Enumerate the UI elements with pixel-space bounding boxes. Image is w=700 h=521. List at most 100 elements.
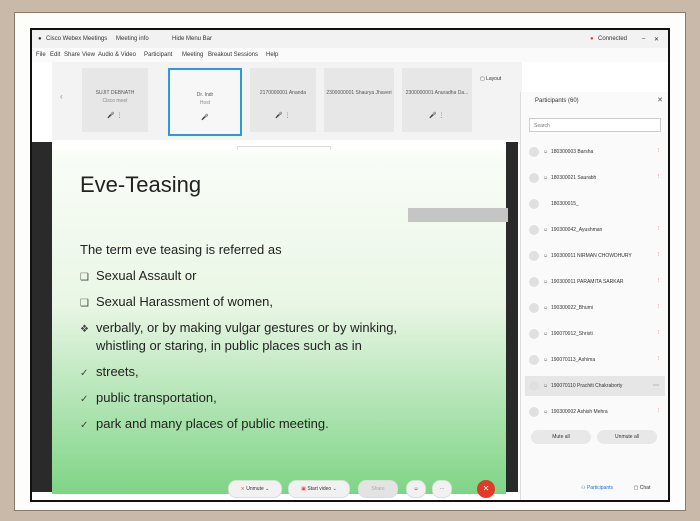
video-thumbnail[interactable]: SUJIT DEBNATH Cisco meet 🎤 ⋮ (82, 68, 148, 132)
video-off-icon: ▣ (301, 486, 306, 492)
slide-intro: The term eve teasing is referred as (80, 242, 282, 257)
participant-search-input[interactable]: Search (529, 118, 661, 132)
mic-muted-icon[interactable]: ⫶ (657, 408, 659, 415)
participant-row[interactable]: ☺ 190070012_Shristi ⫶ (525, 324, 665, 344)
menu-file[interactable]: File (36, 52, 46, 58)
mic-muted-icon[interactable]: ⫶ (657, 252, 659, 259)
previous-arrow-icon[interactable]: ‹ (60, 92, 63, 101)
participant-row[interactable]: ☺ 190300011 PARAMITA SARKAR ⫶ (525, 272, 665, 292)
share-button[interactable]: Share (358, 480, 398, 498)
close-icon[interactable]: ✕ (654, 36, 659, 43)
participants-panel: Participants (60) ✕ Search ☺ 180300003 Ba… (520, 92, 668, 500)
slide-bullet: ❑ Sexual Assault or (80, 268, 197, 283)
participant-row[interactable]: 180300015_ (525, 194, 665, 214)
user-icon: ☺ (543, 227, 549, 233)
user-icon: ☺ (543, 279, 549, 285)
slide-gray-bar (408, 208, 508, 222)
webex-window: ● Cisco Webex Meetings Meeting info Hide… (30, 28, 670, 502)
video-thumbnail[interactable]: 2300000001 Shaurya Jhaveri (324, 68, 394, 132)
menu-breakout[interactable]: Breakout Sessions (208, 52, 258, 58)
avatar (529, 225, 539, 235)
user-icon: ☺ (543, 409, 549, 415)
user-icon: ☺ (543, 357, 549, 363)
mic-muted-icon[interactable]: ⫶ (657, 278, 659, 285)
user-icon: ☺ (543, 175, 549, 181)
slide-bullet: ✓ park and many places of public meeting. (80, 416, 329, 431)
participant-row[interactable]: ☺ 190300022_Bhumi ⫶ (525, 298, 665, 318)
shared-slide: Eve-Teasing The term eve teasing is refe… (52, 150, 508, 494)
slide-bullet-continued: whistling or staring, in public places s… (96, 338, 362, 353)
video-thumbnail-active[interactable]: Dr. Indr Host 🎤 (168, 68, 242, 136)
mic-muted-icon[interactable]: ⫶ (657, 330, 659, 337)
avatar (529, 381, 539, 391)
mute-all-button[interactable]: Mute all (531, 430, 591, 444)
mic-muted-icon[interactable]: ⫶ (657, 304, 659, 311)
user-icon: ☺ (543, 331, 549, 337)
menu-view[interactable]: View (82, 52, 95, 58)
menu-meeting[interactable]: Meeting (182, 52, 203, 58)
mic-off-icon: ⨯ (240, 486, 245, 492)
slide-bullet: ✓ public transportation, (80, 390, 217, 405)
user-icon: ☺ (543, 383, 549, 389)
participants-title: Participants (60) (535, 98, 579, 104)
menu-share[interactable]: Share (64, 52, 80, 58)
mic-muted-icon[interactable]: ⫶ (657, 356, 659, 363)
avatar (529, 303, 539, 313)
user-icon: ☺ (543, 149, 549, 155)
slide-bullet: ❖ verbally, or by making vulgar gestures … (80, 320, 398, 335)
participant-row[interactable]: ☺ 190070113_Ashima ⫶ (525, 350, 665, 370)
menu-participant[interactable]: Participant (144, 52, 172, 58)
menu-edit[interactable]: Edit (50, 52, 60, 58)
mic-muted-icon[interactable]: ⫶ (657, 174, 659, 181)
participant-row[interactable]: ☺ 180300003 Barsha ⫶ (525, 142, 665, 162)
user-icon: ☺ (543, 253, 549, 259)
unmute-all-button[interactable]: Unmute all (597, 430, 657, 444)
app-logo-icon: ● (38, 36, 42, 42)
video-thumbnail[interactable]: 2170000001 Ananda 🎤 ⋮ (250, 68, 316, 132)
mic-muted-icon[interactable]: ⫶ (657, 226, 659, 233)
mic-muted-icon[interactable]: ⫶ (657, 148, 659, 155)
layout-button[interactable]: ▢ Layout (480, 76, 501, 82)
avatar (529, 173, 539, 183)
participant-row-highlighted[interactable]: ☺ 190070110 Prachiti Chakraborty ⋯ (525, 376, 665, 396)
menu-audio-video[interactable]: Audio & Video (98, 52, 136, 58)
avatar (529, 147, 539, 157)
connection-status: Connected (598, 36, 628, 42)
avatar (529, 199, 539, 209)
video-thumbnail-strip: ‹ SUJIT DEBNATH Cisco meet 🎤 ⋮ Dr. Indr … (52, 62, 522, 140)
avatar (529, 251, 539, 261)
avatar (529, 329, 539, 339)
more-options-icon[interactable]: ⋯ (653, 382, 659, 389)
avatar (529, 277, 539, 287)
photo-frame: ● Cisco Webex Meetings Meeting info Hide… (14, 12, 686, 511)
video-thumbnail[interactable]: 2300000001 Anuradha Da... 🎤 ⋮ (402, 68, 472, 132)
avatar (529, 355, 539, 365)
start-video-button[interactable]: ▣ Start video ⌄ (288, 480, 350, 498)
app-title: Cisco Webex Meetings (46, 36, 108, 42)
connection-status-icon: ● (590, 36, 594, 42)
end-call-button[interactable]: ✕ (477, 480, 495, 498)
slide-bullet: ❑ Sexual Harassment of women, (80, 294, 274, 309)
participants-button[interactable]: ⚇ Participants (572, 480, 622, 496)
more-icon[interactable]: ⋯ (432, 480, 452, 498)
hide-menu-button[interactable]: Hide Menu Bar (172, 36, 212, 42)
close-panel-icon[interactable]: ✕ (657, 96, 663, 104)
chat-button[interactable]: ▢ Chat (624, 480, 660, 496)
unmute-button[interactable]: ⨯ Unmute ⌄ (228, 480, 282, 498)
avatar (529, 407, 539, 417)
user-icon: ☺ (543, 305, 549, 311)
menu-help[interactable]: Help (266, 52, 278, 58)
slide-title: Eve-Teasing (80, 172, 202, 197)
shared-content-border (506, 142, 518, 492)
meeting-info-button[interactable]: Meeting info (116, 36, 149, 42)
participant-row[interactable]: ☺ 180300021 Saurabh ⫶ (525, 168, 665, 188)
layout-label: Layout (486, 76, 502, 82)
minimize-icon[interactable]: – (642, 36, 645, 42)
participant-row[interactable]: ☺ 190300002 Ashish Mehra ⫶ (525, 402, 665, 422)
reactions-icon[interactable]: ☺ (406, 480, 426, 498)
title-bar: ● Cisco Webex Meetings Meeting info Hide… (32, 30, 668, 48)
participant-row[interactable]: ☺ 190300011 NIRMAN CHOWDHURY ⫶ (525, 246, 665, 266)
menu-bar: File Edit Share View Audio & Video Parti… (32, 48, 668, 62)
participant-row[interactable]: ☺ 190300042_Ayushman ⫶ (525, 220, 665, 240)
shared-content-border (32, 142, 52, 492)
